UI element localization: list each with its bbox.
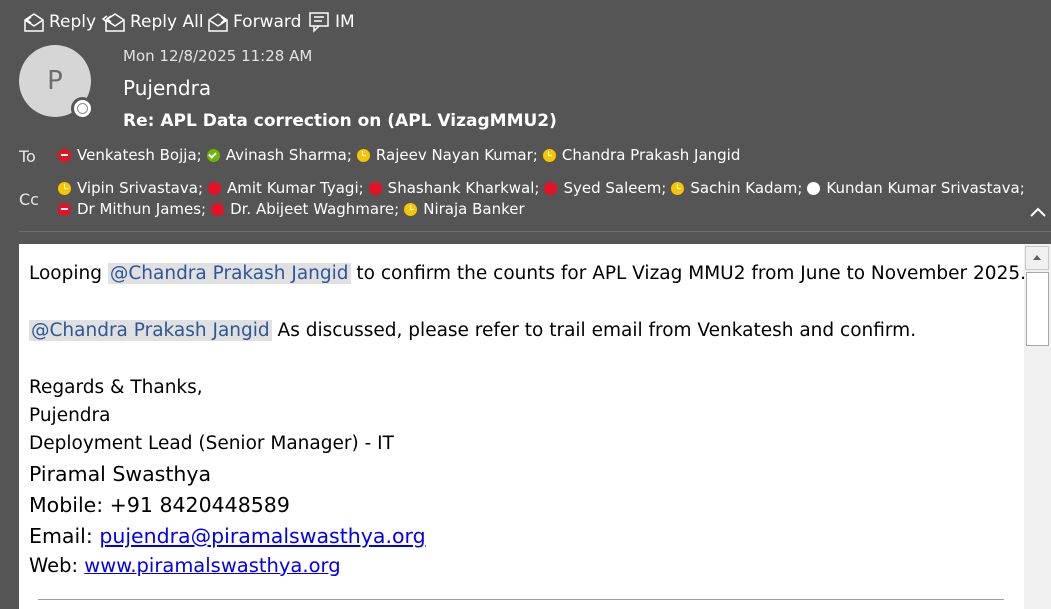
recipient[interactable]: Rajeev Nayan Kumar; (356, 146, 538, 164)
cc-recipients-line-2: Dr Mithun James; Dr. Abijeet Waghmare; N… (58, 200, 530, 218)
to-recipients: Venkatesh Bojja; Avinash Sharma; Rajeev … (58, 146, 745, 164)
do-not-disturb-status-icon (544, 181, 558, 195)
forward-button[interactable]: Forward (206, 9, 301, 35)
im-button[interactable]: IM (308, 9, 355, 35)
do-not-disturb-status-icon (368, 181, 382, 195)
do-not-disturb-status-icon (208, 181, 221, 195)
busy-status-icon (58, 202, 71, 216)
away-status-icon (356, 148, 370, 162)
recipient[interactable]: Sachin Kadam; (671, 179, 802, 197)
scroll-up-button[interactable] (1025, 246, 1049, 270)
signature-web: Web: www.piramalswasthya.org (29, 554, 341, 577)
mention[interactable]: @Chandra Prakash Jangid (107, 263, 351, 284)
recipient[interactable]: Shashank Kharkwal; (368, 179, 539, 197)
sender-name[interactable]: Pujendra (123, 76, 211, 100)
signature-email: Email: pujendra@piramalswasthya.org (29, 524, 426, 548)
recipient[interactable]: Avinash Sharma; (206, 146, 352, 164)
away-status-icon (671, 181, 685, 195)
recipient[interactable]: Venkatesh Bojja; (58, 146, 202, 164)
reply-all-button[interactable]: Reply All (101, 9, 204, 35)
cc-label: Cc (19, 190, 39, 209)
reply-button[interactable]: Reply (22, 9, 96, 35)
signature-title: Deployment Lead (Senior Manager) - IT (29, 433, 394, 454)
collapse-header-button[interactable] (1028, 204, 1048, 220)
im-label: IM (335, 12, 355, 32)
reply-all-icon (101, 13, 125, 32)
body-line-1: Looping @Chandra Prakash Jangid to confi… (29, 263, 1024, 284)
reply-label: Reply (49, 12, 97, 32)
email-link[interactable]: pujendra@piramalswasthya.org (99, 524, 425, 548)
offline-status-icon (807, 181, 821, 195)
signature-mobile: Mobile: +91 8420448589 (29, 493, 290, 517)
body-line-2: @Chandra Prakash Jangid As discussed, pl… (29, 320, 917, 341)
away-status-icon (404, 202, 418, 216)
away-status-icon (58, 181, 71, 195)
body-separator (38, 599, 1004, 600)
signature-regards: Regards & Thanks, (29, 377, 203, 398)
vertical-scrollbar[interactable] (1024, 244, 1051, 609)
arrow-up-icon (1033, 255, 1041, 260)
chevron-up-icon (1030, 207, 1046, 217)
do-not-disturb-status-icon (211, 202, 225, 216)
cc-recipients-line-1: Vipin Srivastava; Amit Kumar Tyagi; Shas… (58, 179, 1030, 197)
chat-bubble-icon (309, 12, 329, 33)
recipient[interactable]: Dr. Abijeet Waghmare; (211, 200, 399, 218)
message-body[interactable]: Looping @Chandra Prakash Jangid to confi… (19, 244, 1024, 609)
away-status-icon (542, 148, 556, 162)
available-status-icon (206, 148, 220, 162)
recipient[interactable]: Syed Saleem; (544, 179, 666, 197)
recipient[interactable]: Niraja Banker (404, 200, 525, 218)
reply-icon (24, 13, 44, 32)
avatar-initial: P (47, 66, 63, 96)
forward-label: Forward (233, 12, 302, 32)
recipient[interactable]: Amit Kumar Tyagi; (208, 179, 364, 197)
recipient[interactable]: Vipin Srivastava; (58, 179, 203, 197)
header-divider (19, 231, 1051, 232)
recipient[interactable]: Chandra Prakash Jangid (542, 146, 740, 164)
reply-all-label: Reply All (130, 12, 204, 32)
forward-icon (208, 13, 228, 32)
subject: Re: APL Data correction on (APL VizagMMU… (123, 111, 557, 131)
sent-date: Mon 12/8/2025 11:28 AM (123, 47, 313, 65)
signature-org: Piramal Swasthya (29, 462, 212, 486)
recipient[interactable]: Kundan Kumar Srivastava; (807, 179, 1025, 197)
reading-pane-toolbar: Reply Reply All Forward IM (0, 0, 1051, 44)
signature-name: Pujendra (29, 405, 111, 426)
presence-status-icon (71, 97, 94, 120)
web-link[interactable]: www.piramalswasthya.org (84, 554, 340, 577)
recipient[interactable]: Dr Mithun James; (58, 200, 206, 218)
to-label: To (19, 147, 36, 166)
busy-status-icon (58, 148, 71, 162)
scrollbar-thumb[interactable] (1026, 272, 1049, 346)
mention[interactable]: @Chandra Prakash Jangid (29, 320, 272, 341)
